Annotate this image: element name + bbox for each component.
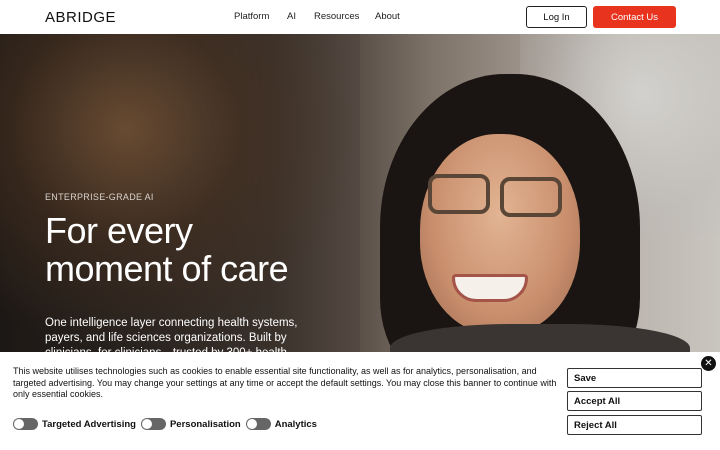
hero-headline: For every moment of care xyxy=(45,212,345,288)
cookie-toggles: Targeted Advertising Personalisation Ana… xyxy=(13,418,322,430)
toggle-switch[interactable] xyxy=(245,418,271,430)
hero-subtext: One intelligence layer connecting health… xyxy=(45,317,298,352)
site-header: ABRIDGE Platform AI Resources About Log … xyxy=(0,0,720,34)
toggle-switch[interactable] xyxy=(140,418,166,430)
close-icon[interactable]: ✕ xyxy=(701,356,716,371)
toggle-label: Personalisation xyxy=(169,418,241,430)
toggle-analytics[interactable]: Analytics xyxy=(245,418,317,430)
nav-platform[interactable]: Platform xyxy=(234,11,269,22)
brand-logo[interactable]: ABRIDGE xyxy=(45,9,116,26)
login-button[interactable]: Log In xyxy=(526,6,587,28)
page: ABRIDGE Platform AI Resources About Log … xyxy=(0,0,720,450)
nav-ai[interactable]: AI xyxy=(287,11,296,22)
cookie-banner: This website utilises technologies such … xyxy=(0,352,720,450)
toggle-switch[interactable] xyxy=(13,418,38,430)
hero-photo-glasses-left xyxy=(428,174,490,214)
hero-section: ENTERPRISE-GRADE AI For every moment of … xyxy=(0,34,720,352)
hero-photo-face xyxy=(420,134,580,334)
hero-photo-glasses-right xyxy=(500,177,562,217)
cookie-banner-text: This website utilises technologies such … xyxy=(13,366,557,399)
nav-resources[interactable]: Resources xyxy=(314,11,359,22)
hero-photo-smile xyxy=(452,274,528,302)
hero-photo-shoulder xyxy=(390,324,690,352)
reject-all-button[interactable]: Reject All xyxy=(567,415,702,435)
toggle-personalisation[interactable]: Personalisation xyxy=(140,418,241,430)
hero-headline-line2: moment of care xyxy=(45,248,289,289)
toggle-label: Analytics xyxy=(274,418,317,430)
contact-us-button[interactable]: Contact Us xyxy=(593,6,676,28)
nav-about[interactable]: About xyxy=(375,11,400,22)
hero-headline-line1: For every xyxy=(45,210,193,251)
toggle-targeted-advertising[interactable]: Targeted Advertising xyxy=(13,418,136,430)
save-button[interactable]: Save xyxy=(567,368,702,388)
toggle-label: Targeted Advertising xyxy=(42,418,136,430)
accept-all-button[interactable]: Accept All xyxy=(567,391,702,411)
hero-eyebrow: ENTERPRISE-GRADE AI xyxy=(45,192,154,202)
